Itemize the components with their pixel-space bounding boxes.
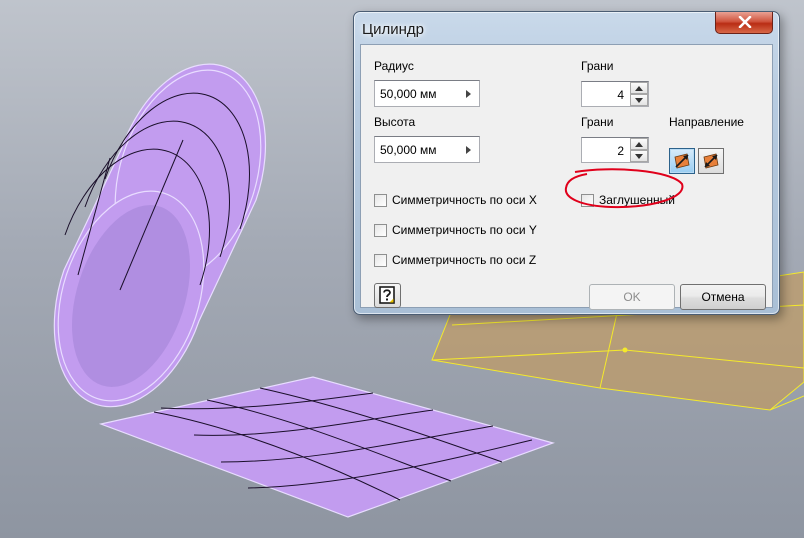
faces-spinner-2[interactable]: 2	[581, 137, 649, 163]
symmetry-z-label: Симметричность по оси Z	[392, 253, 537, 267]
faces-1-up-button[interactable]	[630, 82, 648, 94]
symmetry-y-label: Симметричность по оси Y	[392, 223, 537, 237]
direction-flip-icon	[674, 153, 690, 169]
dialog-title: Цилиндр	[362, 21, 424, 38]
capped-checkbox[interactable]: Заглушенный	[581, 193, 675, 207]
direction-one-way-button[interactable]	[669, 148, 695, 174]
faces-2-up-button[interactable]	[630, 138, 648, 150]
symmetry-y-checkbox[interactable]: Симметричность по оси Y	[374, 223, 537, 237]
cylinder-surface	[53, 63, 267, 408]
checkbox-box[interactable]	[374, 223, 387, 237]
faces-label-1: Грани	[581, 59, 614, 73]
faces-value-2: 2	[617, 144, 624, 158]
capped-label: Заглушенный	[599, 193, 675, 207]
radius-input[interactable]: 50,000 мм	[374, 80, 480, 107]
cancel-button[interactable]: Отмена	[680, 284, 766, 310]
radius-value: 50,000 мм	[380, 87, 437, 101]
faces-1-down-button[interactable]	[630, 94, 648, 106]
arrow-up-icon	[635, 142, 643, 147]
faces-value-1: 4	[617, 88, 624, 102]
checkbox-box[interactable]	[374, 193, 387, 207]
radius-options-button[interactable]	[459, 81, 479, 106]
triangle-right-icon	[466, 90, 471, 98]
direction-label: Направление	[669, 115, 744, 129]
direction-symmetric-button[interactable]	[698, 148, 724, 174]
height-value: 50,000 мм	[380, 143, 437, 157]
help-icon	[379, 286, 395, 304]
triangle-right-icon	[466, 146, 471, 154]
height-label: Высота	[374, 115, 416, 129]
height-options-button[interactable]	[459, 137, 479, 162]
checkbox-box[interactable]	[374, 253, 387, 267]
arrow-down-icon	[635, 98, 643, 103]
symmetry-x-checkbox[interactable]: Симметричность по оси X	[374, 193, 537, 207]
height-input[interactable]: 50,000 мм	[374, 136, 480, 163]
close-button[interactable]	[715, 12, 773, 34]
radius-label: Радиус	[374, 59, 414, 73]
faces-2-down-button[interactable]	[630, 150, 648, 162]
arrow-down-icon	[635, 154, 643, 159]
arrow-up-icon	[635, 86, 643, 91]
cylinder-dialog: Цилиндр Радиус 50,000 мм Высота 50,000 м…	[353, 11, 780, 315]
faces-spinner-1[interactable]: 4	[581, 81, 649, 107]
flat-surface	[98, 376, 555, 518]
dialog-titlebar[interactable]: Цилиндр	[354, 12, 779, 44]
close-icon	[738, 16, 752, 28]
direction-both-icon	[703, 153, 719, 169]
symmetry-z-checkbox[interactable]: Симметричность по оси Z	[374, 253, 536, 267]
dialog-client-area: Радиус 50,000 мм Высота 50,000 мм Грани …	[360, 44, 773, 310]
symmetry-x-label: Симметричность по оси X	[392, 193, 537, 207]
checkbox-box[interactable]	[581, 193, 594, 207]
help-button[interactable]	[374, 283, 401, 308]
faces-label-2: Грани	[581, 115, 614, 129]
ok-button[interactable]: OK	[589, 284, 675, 310]
